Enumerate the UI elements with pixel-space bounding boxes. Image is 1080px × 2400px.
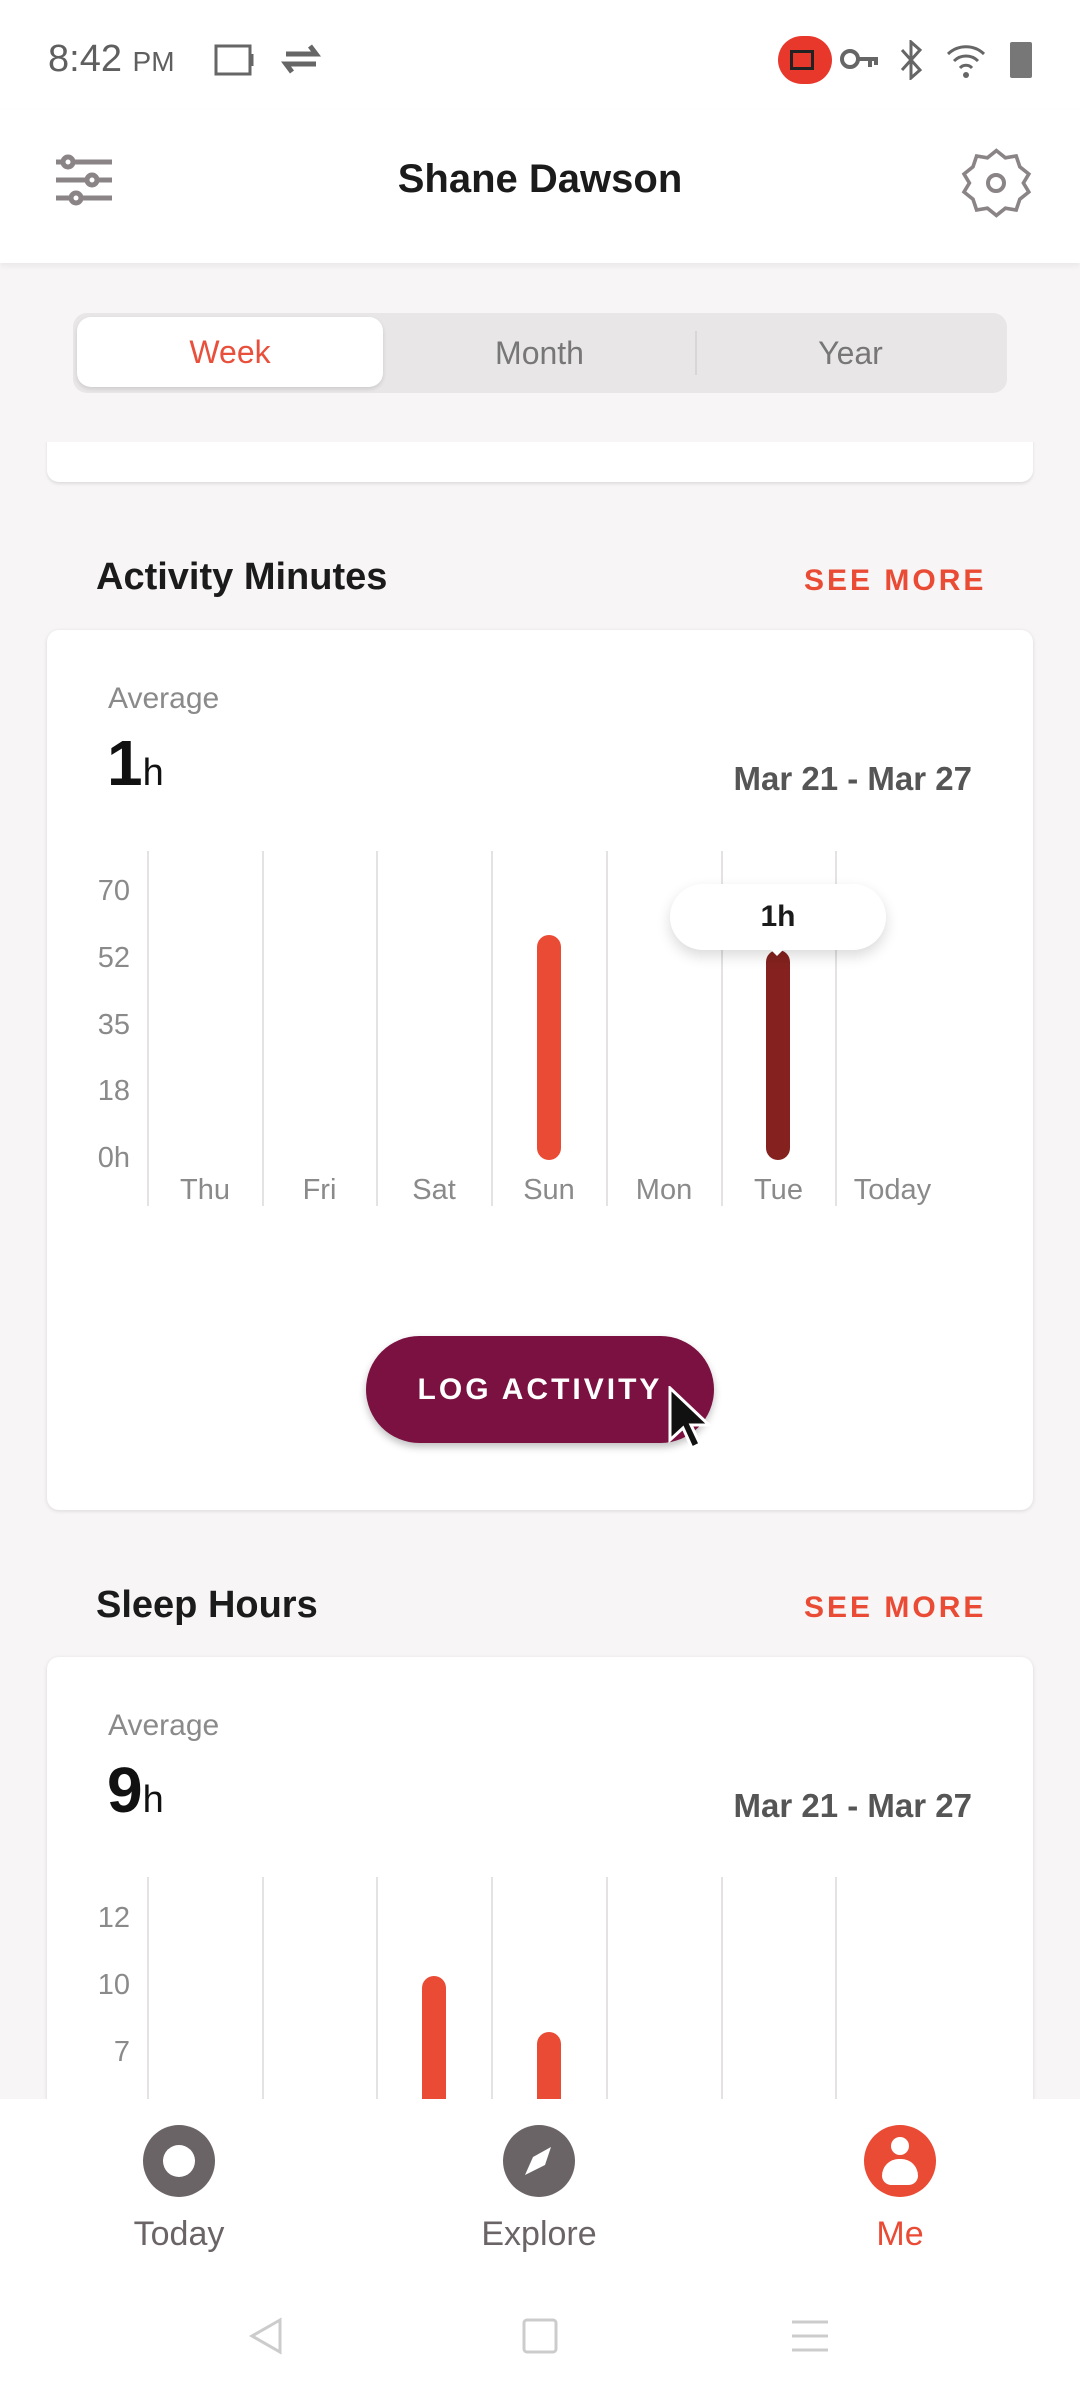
time-text: 8:42 bbox=[48, 38, 122, 80]
average-number: 1 bbox=[107, 727, 143, 799]
gridline bbox=[147, 1877, 149, 2110]
date-range: Mar 21 - Mar 27 bbox=[733, 1787, 972, 1824]
tab-year[interactable]: Year bbox=[695, 313, 1006, 393]
y-tick-label: 10 bbox=[97, 1969, 130, 2001]
sleep-section-title: Sleep Hours bbox=[96, 1584, 318, 1626]
app-header: Shane Dawson bbox=[0, 110, 1080, 263]
profile-icon bbox=[864, 2125, 936, 2197]
average-unit: h bbox=[142, 752, 164, 794]
gridline bbox=[606, 851, 608, 1206]
x-tick-label: Sun bbox=[523, 1174, 575, 1206]
activity-section-title: Activity Minutes bbox=[96, 556, 388, 598]
tooltip-pointer bbox=[767, 946, 787, 956]
gridline bbox=[262, 1877, 264, 2110]
x-tick-label: Mon bbox=[635, 1174, 693, 1206]
nav-label: Me bbox=[876, 2215, 924, 2253]
sleep-see-more-link[interactable]: SEE MORE bbox=[804, 1591, 986, 1625]
nav-label: Explore bbox=[481, 2215, 597, 2253]
back-icon[interactable] bbox=[248, 2316, 284, 2356]
ring-icon bbox=[143, 2125, 215, 2197]
bluetooth-icon bbox=[900, 40, 923, 80]
bottom-nav: Today Explore Me bbox=[0, 2099, 1080, 2400]
status-bar: 8:42 PM bbox=[0, 0, 1080, 110]
date-range: Mar 21 - Mar 27 bbox=[733, 760, 972, 797]
vpn-key-icon bbox=[840, 49, 878, 69]
x-tick-label: Thu bbox=[180, 1174, 230, 1206]
y-tick-label: 18 bbox=[97, 1075, 130, 1108]
y-tick-label: 0h bbox=[97, 1142, 130, 1174]
y-tick-label: 70 bbox=[97, 875, 130, 907]
tab-month[interactable]: Month bbox=[384, 313, 695, 393]
gridline bbox=[147, 851, 149, 1206]
mouse-cursor-icon bbox=[668, 1386, 712, 1450]
average-value: 9h bbox=[107, 1753, 164, 1827]
x-tick-label: Sat bbox=[412, 1174, 456, 1206]
gridline bbox=[721, 1877, 723, 2110]
x-tick-label: Tue bbox=[754, 1174, 803, 1206]
average-number: 9 bbox=[107, 1754, 143, 1826]
screen-record-icon bbox=[214, 44, 254, 76]
y-tick-label: 35 bbox=[97, 1008, 130, 1041]
ampm-text: PM bbox=[132, 46, 175, 77]
gridline bbox=[376, 851, 378, 1206]
average-value: 1h bbox=[107, 726, 164, 800]
y-tick-label: 52 bbox=[97, 941, 130, 974]
bar-tue[interactable] bbox=[766, 950, 790, 1160]
system-nav-bar bbox=[0, 2300, 1080, 2370]
x-tick-label: Today bbox=[853, 1174, 932, 1206]
wifi-icon bbox=[946, 45, 986, 78]
page-title: Shane Dawson bbox=[397, 157, 683, 201]
gridline bbox=[376, 1877, 378, 2110]
status-time: 8:42 PM bbox=[48, 38, 175, 81]
camera-recording-icon bbox=[778, 36, 832, 84]
compass-icon bbox=[503, 2125, 575, 2197]
nav-explore[interactable]: Explore bbox=[439, 2125, 639, 2254]
sync-icon bbox=[281, 44, 321, 74]
home-icon[interactable] bbox=[522, 2318, 558, 2354]
gridline bbox=[491, 1877, 493, 2110]
gridline bbox=[606, 1877, 608, 2110]
gridline bbox=[491, 851, 493, 1206]
gear-icon[interactable] bbox=[960, 145, 1032, 221]
recents-icon[interactable] bbox=[790, 2318, 830, 2354]
period-segmented-control: Week Month Year bbox=[73, 313, 1007, 393]
log-activity-button[interactable]: LOG ACTIVITY bbox=[366, 1336, 714, 1443]
battery-icon bbox=[1010, 42, 1032, 78]
x-tick-label: Fri bbox=[302, 1174, 337, 1206]
gridline bbox=[835, 1877, 837, 2110]
scroll-clip bbox=[0, 400, 1080, 442]
y-tick-label: 7 bbox=[113, 2036, 130, 2068]
nav-me[interactable]: Me bbox=[800, 2125, 1000, 2254]
activity-see-more-link[interactable]: SEE MORE bbox=[804, 564, 986, 598]
bar-sun[interactable] bbox=[536, 934, 561, 1160]
nav-today[interactable]: Today bbox=[79, 2125, 279, 2254]
tab-week[interactable]: Week bbox=[77, 317, 383, 387]
average-label: Average bbox=[108, 682, 220, 715]
average-unit: h bbox=[142, 1779, 164, 1821]
gridline bbox=[262, 851, 264, 1206]
average-label: Average bbox=[108, 1709, 220, 1742]
nav-label: Today bbox=[133, 2215, 225, 2253]
bar-tooltip: 1h bbox=[670, 884, 886, 950]
y-tick-label: 12 bbox=[97, 1902, 130, 1934]
